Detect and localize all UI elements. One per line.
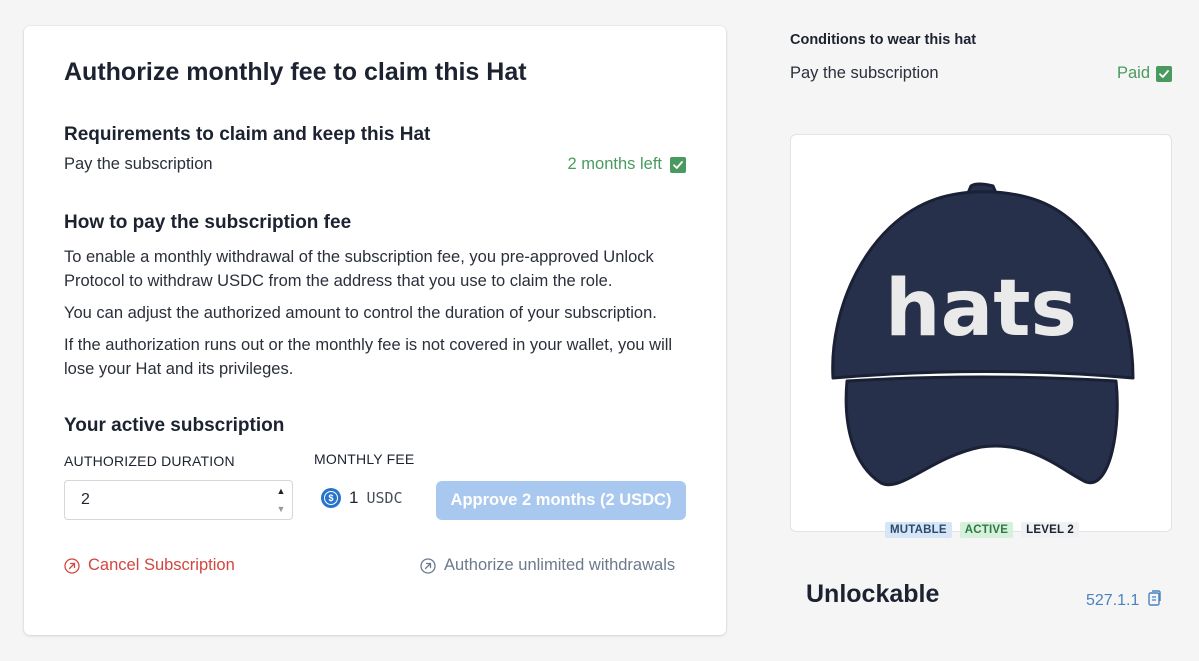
condition-status-text: Paid bbox=[1116, 64, 1150, 82]
condition-status: Paid bbox=[1117, 64, 1172, 83]
how-to-pay-paragraph-3: If the authorization runs out or the mon… bbox=[64, 336, 673, 378]
cap-illustration: hats bbox=[831, 182, 1135, 487]
authorize-card: Authorize monthly fee to claim this Hat … bbox=[24, 26, 726, 635]
hat-id[interactable]: 527.1.1 bbox=[1086, 590, 1162, 611]
circle-arrow-icon bbox=[64, 557, 80, 574]
authorize-unlimited-link[interactable]: Authorize unlimited withdrawals bbox=[420, 556, 675, 575]
badge-active: ACTIVE bbox=[959, 522, 1014, 538]
requirement-row: Pay the subscription 2 months left bbox=[64, 155, 686, 174]
circle-arrow-icon bbox=[420, 557, 436, 574]
badge-mutable: MUTABLE bbox=[885, 522, 952, 538]
hat-id-value: 527.1.1 bbox=[1086, 591, 1140, 609]
hat-badges: MUTABLE ACTIVE LEVEL 2 bbox=[885, 522, 1079, 538]
conditions-title: Conditions to wear this hat bbox=[790, 32, 977, 48]
hat-name: Unlockable bbox=[806, 580, 940, 608]
condition-row: Pay the subscription Paid bbox=[790, 64, 1172, 83]
requirement-label: Pay the subscription bbox=[64, 155, 213, 173]
requirement-status: 2 months left bbox=[568, 155, 686, 174]
check-square-icon bbox=[1156, 65, 1172, 82]
fee-amount: 1 bbox=[349, 488, 359, 507]
copy-icon[interactable] bbox=[1147, 590, 1162, 611]
how-to-pay-paragraph-1: To enable a monthly withdrawal of the su… bbox=[64, 248, 654, 290]
how-to-pay-paragraph-2: You can adjust the authorized amount to … bbox=[64, 304, 657, 322]
fee-label: MONTHLY FEE bbox=[314, 451, 415, 467]
cancel-subscription-label: Cancel Subscription bbox=[88, 556, 235, 574]
cap-logo-text: hats bbox=[885, 264, 1077, 354]
usdc-coin-icon: $ bbox=[321, 488, 341, 508]
requirement-status-text: 2 months left bbox=[567, 155, 662, 173]
authorize-unlimited-label: Authorize unlimited withdrawals bbox=[444, 556, 676, 574]
requirements-heading: Requirements to claim and keep this Hat bbox=[64, 124, 431, 145]
approve-button[interactable]: Approve 2 months (2 USDC) bbox=[436, 481, 686, 520]
cancel-subscription-link[interactable]: Cancel Subscription bbox=[64, 556, 235, 575]
duration-input[interactable]: 2 ▲ ▼ bbox=[64, 480, 293, 520]
increment-arrow-icon[interactable]: ▲ bbox=[277, 485, 286, 497]
subscription-heading: Your active subscription bbox=[64, 415, 285, 436]
how-to-pay-heading: How to pay the subscription fee bbox=[64, 212, 352, 233]
decrement-arrow-icon[interactable]: ▼ bbox=[277, 503, 286, 515]
duration-label: AUTHORIZED DURATION bbox=[64, 453, 235, 469]
hat-image: hats bbox=[790, 134, 1172, 532]
check-square-icon bbox=[670, 156, 686, 173]
fee-unit: USDC bbox=[366, 489, 403, 507]
duration-stepper[interactable]: ▲ ▼ bbox=[274, 485, 288, 515]
condition-label: Pay the subscription bbox=[790, 64, 939, 82]
badge-level: LEVEL 2 bbox=[1021, 522, 1079, 538]
duration-value: 2 bbox=[81, 491, 90, 508]
page-title: Authorize monthly fee to claim this Hat bbox=[64, 58, 527, 86]
monthly-fee: $ 1 USDC bbox=[321, 488, 403, 508]
